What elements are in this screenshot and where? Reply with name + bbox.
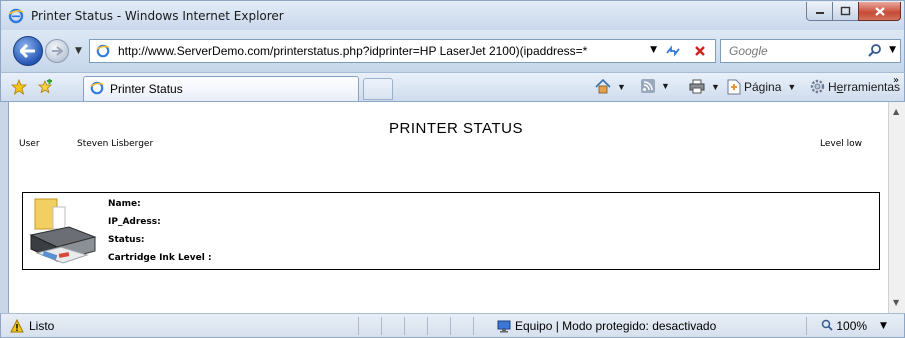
window-frame-left <box>0 102 8 313</box>
computer-zone-icon <box>497 320 511 333</box>
cartridge-ink-level-label: Cartridge Ink Level : <box>108 253 212 263</box>
window-title: Printer Status - Windows Internet Explor… <box>31 9 284 23</box>
home-icon <box>595 79 611 94</box>
zoom-dropdown-icon[interactable]: ▼ <box>880 321 887 331</box>
print-button[interactable]: ▼ <box>689 79 720 94</box>
user-name: Steven Lisberger <box>77 139 154 149</box>
scroll-up-arrow-icon[interactable]: ▲ <box>893 107 899 116</box>
page-content: PRINTER STATUS User Steven Lisberger Lev… <box>8 102 888 313</box>
user-label: User <box>19 139 40 149</box>
maximize-icon <box>840 6 851 16</box>
address-url[interactable]: http://www.ServerDemo.com/printerstatus.… <box>118 44 587 58</box>
close-button[interactable] <box>858 2 901 21</box>
add-favorite-icon[interactable] <box>37 79 53 95</box>
printer-status-label: Status: <box>108 235 145 245</box>
zoom-magnifier-icon <box>821 319 833 331</box>
address-bar[interactable]: http://www.ServerDemo.com/printerstatus.… <box>89 39 716 63</box>
printer-info-panel: Name: IP_Adress: Status: Cartridge Ink L… <box>22 192 880 270</box>
tab-bar: Printer Status ▼ ▼ ▼ Página ▼ Herramient… <box>0 72 905 102</box>
title-bar: Printer Status - Windows Internet Explor… <box>0 0 905 30</box>
ie-logo-icon <box>8 8 24 24</box>
address-dropdown-icon[interactable]: ▼ <box>650 45 657 55</box>
navigation-bar: ▼ http://www.ServerDemo.com/printerstatu… <box>0 30 905 72</box>
status-divider <box>806 317 807 335</box>
search-input[interactable]: Google <box>729 44 768 58</box>
search-dropdown-icon[interactable]: ▼ <box>889 45 896 55</box>
page-menu[interactable]: Página ▼ <box>727 79 796 95</box>
tab-label: Printer Status <box>110 82 183 96</box>
search-box[interactable]: Google ▼ <box>720 39 901 63</box>
refresh-button[interactable] <box>662 41 684 61</box>
close-icon <box>874 6 885 16</box>
search-icon[interactable] <box>868 43 882 57</box>
favorites-star-icon[interactable] <box>11 79 27 95</box>
ie-page-icon <box>96 44 110 58</box>
tools-menu-label: Herramientas <box>828 79 901 94</box>
status-text: Listo <box>29 319 55 333</box>
ie-tab-icon <box>90 81 104 95</box>
level-indicator: Level low <box>820 139 862 149</box>
refresh-icon <box>666 45 680 57</box>
forward-arrow-icon <box>52 46 63 56</box>
printer-icon <box>689 79 705 94</box>
scroll-down-arrow-icon[interactable]: ▼ <box>893 298 899 307</box>
warning-icon[interactable] <box>10 319 24 333</box>
printer-name-label: Name: <box>108 199 141 209</box>
rss-feed-icon <box>641 79 655 93</box>
forward-button[interactable] <box>45 39 69 63</box>
feeds-dropdown-icon[interactable]: ▼ <box>661 81 670 91</box>
toolbar-overflow-chevron-icon[interactable]: » <box>893 75 899 86</box>
tab-printer-status[interactable]: Printer Status <box>83 76 359 101</box>
back-arrow-icon <box>20 44 35 58</box>
page-icon <box>727 79 741 95</box>
status-bar: Listo Equipo | Modo protegido: desactiva… <box>0 313 905 338</box>
status-divider <box>473 317 474 335</box>
status-divider <box>404 317 405 335</box>
page-dropdown-icon: ▼ <box>787 82 797 92</box>
minimize-icon <box>815 12 824 14</box>
vertical-scrollbar[interactable]: ▲ ▼ <box>888 102 905 313</box>
status-divider <box>381 317 382 335</box>
home-button[interactable]: ▼ <box>595 79 626 94</box>
stop-button[interactable] <box>689 41 711 61</box>
back-button[interactable] <box>13 36 43 66</box>
page-menu-label: Página <box>744 80 782 94</box>
stop-icon <box>695 46 705 56</box>
printer-icon <box>29 198 97 264</box>
feeds-button[interactable]: ▼ <box>641 79 670 93</box>
zoom-value: 100% <box>836 319 868 333</box>
printer-ip-label: IP_Adress: <box>108 217 161 227</box>
maximize-button[interactable] <box>832 2 859 21</box>
minimize-button[interactable] <box>806 2 833 21</box>
home-dropdown-icon[interactable]: ▼ <box>617 82 626 92</box>
tools-menu[interactable]: Herramientas ▼ <box>810 79 905 94</box>
status-divider <box>427 317 428 335</box>
status-divider <box>450 317 451 335</box>
zoom-level[interactable]: 100% <box>821 319 867 333</box>
security-zone-text[interactable]: Equipo | Modo protegido: desactivado <box>515 319 716 333</box>
recent-pages-dropdown[interactable]: ▼ <box>75 46 82 56</box>
gear-icon <box>810 79 825 94</box>
new-tab-button[interactable] <box>363 78 393 100</box>
print-dropdown-icon[interactable]: ▼ <box>711 82 720 92</box>
page-title: PRINTER STATUS <box>389 120 523 137</box>
status-divider <box>358 317 359 335</box>
